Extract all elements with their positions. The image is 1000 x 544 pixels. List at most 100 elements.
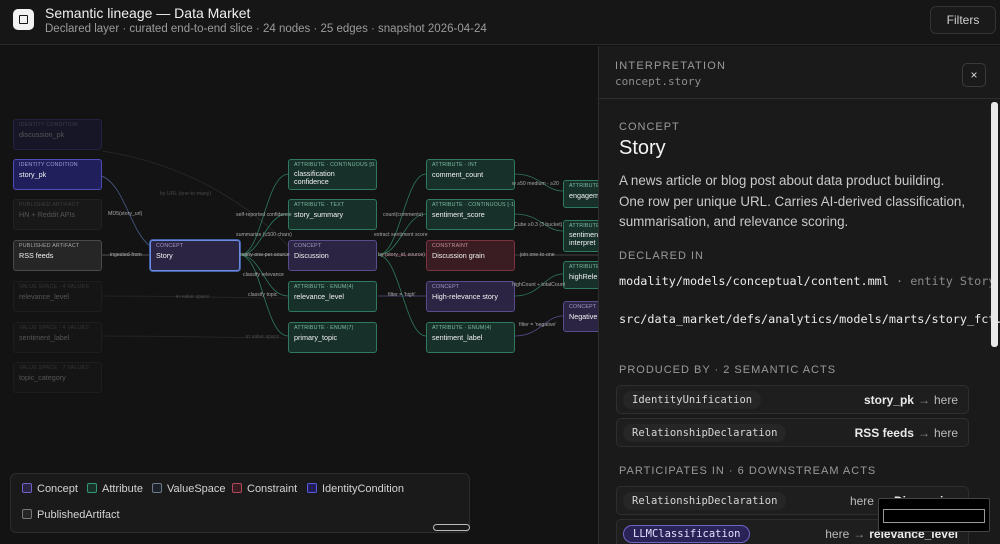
- node-kind: ATTRIBUTE · ENUM(7): [294, 325, 354, 331]
- node-sentiment-interpretation[interactable]: ATTRIBUTE · sentimen interpret: [563, 220, 598, 252]
- interpretation-panel: INTERPRETATION concept.story × CONCEPT S…: [598, 46, 1000, 544]
- node-classification-confidence[interactable]: ATTRIBUTE · CONTINUOUS [0.0, 1.0] classi…: [288, 159, 377, 190]
- node-high-relevance-story[interactable]: CONCEPT High-relevance story: [426, 281, 515, 312]
- node-engagement[interactable]: ATTRIBUTE · engagem: [563, 180, 598, 208]
- graph-legend: Concept Attribute ValueSpace Constraint …: [10, 473, 470, 533]
- declared-entity: · entity Story: [896, 274, 996, 288]
- legend-item-publishedartifact[interactable]: PublishedArtifact: [22, 509, 120, 521]
- node-high-relevance[interactable]: ATTRIBUTE · highRele: [563, 261, 598, 289]
- node-sentiment-label[interactable]: ATTRIBUTE · ENUM(4) sentiment_label: [426, 322, 515, 353]
- canvas-scrollbar[interactable]: [433, 524, 470, 531]
- node-valuespace-relevance[interactable]: VALUE SPACE · 4 VALUES relevance_level: [13, 281, 102, 312]
- app-header: Semantic lineage — Data Market Declared …: [0, 0, 1000, 45]
- node-kind: ATTRIBUTE · ENUM(4): [294, 284, 354, 290]
- section-concept: CONCEPT: [619, 121, 680, 133]
- legend-item-concept[interactable]: Concept: [22, 483, 78, 495]
- node-negative[interactable]: CONCEPT Negative: [563, 301, 598, 332]
- edge-label: highCount ÷ totalCount: [512, 282, 566, 288]
- arrow-right-icon: →: [917, 426, 930, 440]
- panel-ref: concept.story: [615, 75, 702, 88]
- produced-row[interactable]: RelationshipDeclaration RSS feeds → here: [616, 418, 969, 447]
- act-source: RSS feeds: [854, 426, 914, 440]
- section-produced: PRODUCED BY · 2 SEMANTIC ACTS: [619, 364, 837, 376]
- panel-eyebrow: INTERPRETATION: [615, 60, 727, 72]
- legend-label: PublishedArtifact: [37, 509, 120, 521]
- node-hn-reddit[interactable]: PUBLISHED ARTIFACT HN + Reddit APIs: [13, 199, 102, 230]
- node-label: sentiment_score: [432, 210, 485, 219]
- lineage-graph-canvas[interactable]: IDENTITY CONDITION discussion_pk IDENTIT…: [0, 46, 598, 544]
- node-kind: ATTRIBUTE · CONTINUOUS [0.0, 1.0]: [294, 162, 376, 168]
- node-story-pk[interactable]: IDENTITY CONDITION story_pk: [13, 159, 102, 190]
- act-dest: here: [933, 393, 958, 407]
- minimap[interactable]: [878, 498, 990, 532]
- legend-label: Constraint: [247, 483, 298, 495]
- act-pill: RelationshipDeclaration: [623, 492, 787, 510]
- node-label: comment_count: [432, 170, 484, 179]
- node-story-summary[interactable]: ATTRIBUTE · TEXT story_summary: [288, 199, 377, 230]
- legend-label: Concept: [37, 483, 78, 495]
- node-label: highRele: [569, 272, 598, 281]
- node-primary-topic[interactable]: ATTRIBUTE · ENUM(7) primary_topic: [288, 322, 377, 353]
- node-label: sentimen interpret: [569, 230, 598, 247]
- edge-label: by URL (one-to-many): [160, 191, 212, 197]
- node-story[interactable]: CONCEPT Story: [150, 240, 240, 271]
- close-icon[interactable]: ×: [962, 63, 986, 87]
- concept-name: Story: [619, 137, 666, 159]
- edge-label: filter = 'negative': [519, 322, 557, 328]
- page-subtitle: Declared layer · curated end-to-end slic…: [45, 23, 487, 35]
- legend-item-constraint[interactable]: Constraint: [232, 483, 297, 495]
- node-valuespace-sentiment[interactable]: VALUE SPACE · 4 VALUES sentiment_label: [13, 322, 102, 353]
- node-label: relevance_level: [19, 292, 69, 301]
- panel-scrollbar[interactable]: [991, 102, 998, 347]
- legend-item-identitycondition[interactable]: IdentityCondition: [307, 483, 404, 495]
- edge-label: in value space: [176, 294, 210, 300]
- legend-item-attribute[interactable]: Attribute: [87, 483, 143, 495]
- node-kind: CONCEPT: [569, 304, 597, 310]
- declared-path-sql[interactable]: src/data_market/defs/analytics/models/ma…: [619, 312, 1000, 326]
- minimap-viewport[interactable]: [883, 509, 985, 523]
- produced-row[interactable]: IdentityUnification story_pk → here: [616, 385, 969, 414]
- filters-button[interactable]: Filters: [930, 6, 996, 34]
- node-comment-count[interactable]: ATTRIBUTE · INT comment_count: [426, 159, 515, 190]
- valuespace-swatch-icon: [152, 483, 162, 493]
- edge-label: w ≥50 medium · ≥20: [512, 181, 559, 187]
- node-label: Discussion grain: [432, 251, 485, 260]
- node-kind: VALUE SPACE · 4 VALUES: [19, 325, 90, 331]
- node-label: story_pk: [19, 170, 47, 179]
- node-kind: IDENTITY CONDITION: [19, 162, 78, 168]
- node-label: engagem: [569, 191, 598, 200]
- edge-label: classify topic: [248, 292, 278, 298]
- act-pill: RelationshipDeclaration: [623, 424, 787, 442]
- edge-label: in value space: [246, 334, 280, 340]
- legend-item-valuespace[interactable]: ValueSpace: [152, 483, 226, 495]
- edge-label: many-one-per-source: [240, 252, 290, 258]
- node-discussion-pk[interactable]: IDENTITY CONDITION discussion_pk: [13, 119, 102, 150]
- arrow-right-icon: →: [853, 527, 866, 541]
- node-kind: ATTRIBUTE · CONTINUOUS [-1.0, 1.0]: [432, 202, 515, 208]
- node-label: sentiment_label: [19, 333, 70, 342]
- act-source: here: [849, 494, 874, 508]
- declared-path[interactable]: modality/models/conceptual/content.mml ·…: [619, 274, 995, 288]
- node-valuespace-topic[interactable]: VALUE SPACE · 7 VALUES topic_category: [13, 362, 102, 393]
- concept-description: A news article or blog post about data p…: [619, 173, 966, 229]
- node-kind: CONCEPT: [432, 284, 460, 290]
- edge-label: filter = 'high': [388, 292, 416, 298]
- act-source: story_pk: [863, 393, 914, 407]
- node-kind: IDENTITY CONDITION: [19, 122, 78, 128]
- node-label: story_summary: [294, 210, 344, 219]
- act-target: story_pk → here: [864, 393, 958, 407]
- node-discussion-grain[interactable]: CONSTRAINT Discussion grain: [426, 240, 515, 271]
- edge-label: Cube ≥0.3 (3 bucket): [514, 222, 563, 228]
- panel-header: INTERPRETATION concept.story ×: [599, 46, 1000, 99]
- node-kind: PUBLISHED ARTIFACT: [19, 202, 80, 208]
- node-relevance-level[interactable]: ATTRIBUTE · ENUM(4) relevance_level: [288, 281, 377, 312]
- edge-label: join one-to-one: [520, 252, 555, 258]
- concept-swatch-icon: [22, 483, 32, 493]
- node-rss-feeds[interactable]: PUBLISHED ARTIFACT RSS feeds: [13, 240, 102, 271]
- node-label: Story: [156, 251, 173, 260]
- edge-label: summarise (≤500 chars): [236, 232, 292, 238]
- node-sentiment-score[interactable]: ATTRIBUTE · CONTINUOUS [-1.0, 1.0] senti…: [426, 199, 515, 230]
- node-kind: PUBLISHED ARTIFACT: [19, 243, 80, 249]
- node-discussion[interactable]: CONCEPT Discussion: [288, 240, 377, 271]
- section-declared: DECLARED IN: [619, 250, 704, 262]
